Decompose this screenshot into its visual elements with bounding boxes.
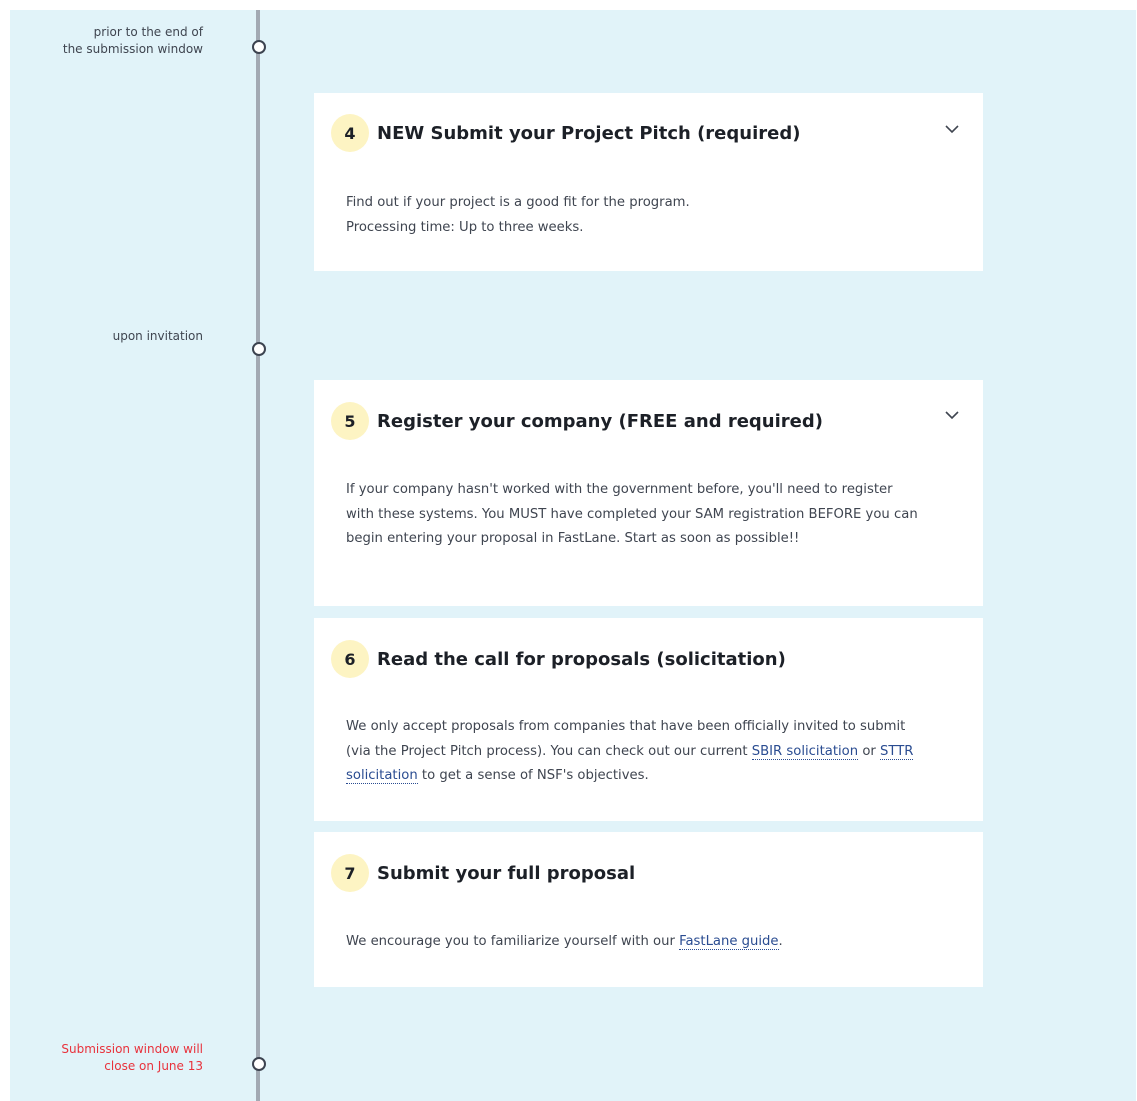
step-card-6: 6 Read the call for proposals (solicitat…: [314, 618, 983, 821]
milestone-line: upon invitation: [112, 329, 203, 343]
fastlane-guide-link[interactable]: FastLane guide: [679, 934, 779, 950]
milestone-line: prior to the end of: [93, 25, 203, 39]
description-line: Processing time: Up to three weeks.: [346, 219, 584, 235]
step-card-7: 7 Submit your full proposal We encourage…: [314, 832, 983, 987]
description-text: or: [862, 743, 876, 759]
step-number-badge: 7: [331, 854, 369, 892]
description-text: .: [778, 934, 783, 949]
step-number-badge: 4: [331, 114, 369, 152]
step-header: 7 Submit your full proposal: [331, 854, 635, 892]
step-number-badge: 6: [331, 640, 369, 678]
milestone-line: close on June 13: [104, 1059, 203, 1073]
description-text: We encourage you to familiarize yourself…: [346, 934, 675, 949]
chevron-down-icon[interactable]: [943, 406, 961, 424]
timeline-node: [252, 40, 266, 54]
step-card-4[interactable]: 4 NEW Submit your Project Pitch (require…: [314, 93, 983, 271]
milestone-line: Submission window will: [61, 1042, 203, 1056]
step-title: Submit your full proposal: [377, 862, 636, 884]
description-line: Find out if your project is a good fit f…: [346, 195, 690, 210]
step-title: NEW Submit your Project Pitch (required): [377, 122, 801, 144]
timeline-line: [256, 10, 260, 1101]
step-description: We encourage you to familiarize yourself…: [346, 930, 921, 955]
milestone-window-close: Submission window will close on June 13: [3, 1041, 203, 1075]
chevron-down-icon[interactable]: [943, 120, 961, 138]
step-title: Read the call for proposals (solicitatio…: [377, 648, 786, 670]
step-title: Register your company (FREE and required…: [377, 410, 823, 432]
milestone-upon-invitation: upon invitation: [3, 328, 203, 345]
timeline-node: [252, 1057, 266, 1071]
description-text: to get a sense of NSF's objectives.: [421, 768, 649, 783]
step-card-5[interactable]: 5 Register your company (FREE and requir…: [314, 380, 983, 606]
milestone-line: the submission window: [62, 42, 203, 56]
step-description: Find out if your project is a good fit f…: [346, 191, 921, 240]
step-header: 6 Read the call for proposals (solicitat…: [331, 640, 786, 678]
step-header[interactable]: 4 NEW Submit your Project Pitch (require…: [331, 114, 800, 152]
step-header[interactable]: 5 Register your company (FREE and requir…: [331, 402, 823, 440]
sbir-solicitation-link[interactable]: SBIR solicitation: [751, 743, 859, 760]
timeline-node: [252, 342, 266, 356]
step-number-badge: 5: [331, 402, 369, 440]
milestone-submission-window: prior to the end of the submission windo…: [3, 24, 203, 58]
step-description: If your company hasn't worked with the g…: [346, 482, 918, 546]
step-description: We only accept proposals from companies …: [346, 715, 921, 789]
